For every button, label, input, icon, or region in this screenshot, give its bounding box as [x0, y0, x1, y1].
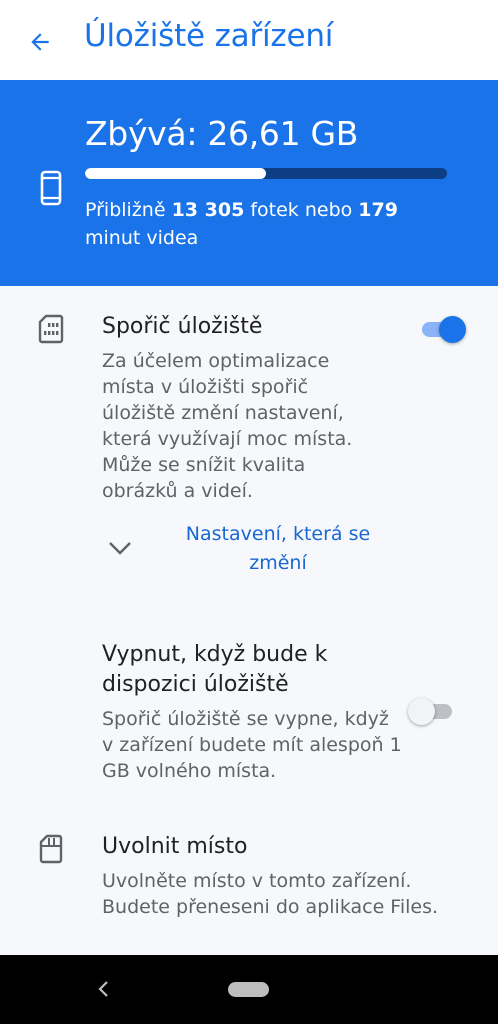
estimate-minutes: 179 — [358, 199, 398, 221]
arrow-back-icon — [31, 33, 49, 51]
storage-progress-bar — [85, 168, 447, 179]
storage-summary: Zbývá: 26,61 GB Přibližně 13 305 fotek n… — [0, 80, 498, 286]
sd-card-outline-icon — [39, 834, 63, 864]
system-nav-bar — [0, 955, 498, 1024]
storage-saver-row[interactable]: Spořič úložiště Za účelem optimalizace m… — [0, 296, 498, 510]
phone-icon — [40, 170, 62, 206]
storage-estimate: Přibližně 13 305 fotek nebo 179 minut vi… — [85, 196, 445, 252]
toggle-thumb — [408, 698, 435, 725]
storage-saver-title: Spořič úložiště — [102, 314, 263, 339]
free-up-space-description: Uvolněte místo v tomto zařízení. Budete … — [102, 870, 439, 918]
changed-settings-link[interactable]: Nastavení, která se změní — [158, 520, 398, 578]
storage-saver-description: Za účelem optimalizace místa v úložišti … — [102, 350, 353, 502]
storage-settings-screen: Úložiště zařízení Zbývá: 26,61 GB Přibli… — [0, 0, 498, 1024]
auto-off-row[interactable]: Vypnut, když bude k dispozici úložiště S… — [0, 636, 498, 786]
storage-progress-fill — [85, 168, 266, 179]
estimate-prefix: Přibližně — [85, 199, 172, 221]
free-up-space-row[interactable]: Uvolnit místo Uvolněte místo v tomto zař… — [0, 828, 498, 938]
toggle-thumb — [439, 316, 466, 343]
home-pill-icon[interactable] — [228, 982, 269, 997]
auto-off-description: Spořič úložiště se vypne, když v zařízen… — [102, 708, 402, 782]
page-title: Úložiště zařízení — [84, 18, 334, 54]
back-button[interactable] — [18, 20, 62, 64]
auto-off-toggle[interactable] — [408, 695, 456, 727]
app-bar: Úložiště zařízení — [0, 0, 498, 80]
free-up-space-title: Uvolnit místo — [102, 834, 248, 859]
chevron-down-icon[interactable] — [108, 540, 132, 556]
estimate-photos-unit: fotek nebo — [244, 199, 359, 221]
estimate-minutes-unit: minut videa — [85, 227, 199, 249]
estimate-photos: 13 305 — [171, 199, 245, 221]
storage-saver-toggle[interactable] — [418, 313, 466, 345]
sd-card-icon — [38, 314, 64, 344]
remaining-space: Zbývá: 26,61 GB — [85, 114, 359, 153]
auto-off-title: Vypnut, když bude k dispozici úložiště — [102, 642, 328, 697]
nav-back-icon[interactable] — [94, 979, 114, 999]
